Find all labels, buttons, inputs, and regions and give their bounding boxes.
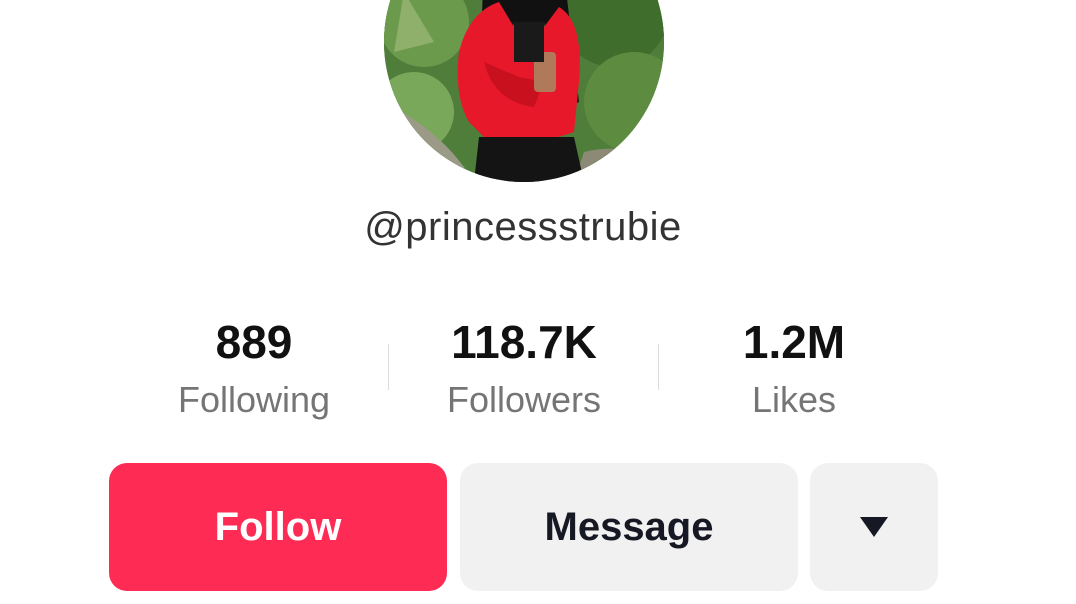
stat-divider <box>658 344 659 390</box>
message-button[interactable]: Message <box>460 463 798 591</box>
follow-button-label: Follow <box>214 504 342 549</box>
followers-count: 118.7K <box>451 316 597 368</box>
username: @princessstrubie <box>364 205 682 249</box>
caret-down-icon <box>860 517 888 537</box>
following-stat[interactable]: 889 Following <box>134 314 374 422</box>
following-label: Following <box>177 379 331 420</box>
likes-count: 1.2M <box>742 316 846 368</box>
followers-stat[interactable]: 118.7K Followers <box>404 314 644 422</box>
followers-label: Followers <box>446 379 602 420</box>
stat-divider <box>388 344 389 390</box>
likes-stat[interactable]: 1.2M Likes <box>674 314 914 422</box>
following-count: 889 <box>215 316 293 368</box>
avatar[interactable] <box>384 0 664 182</box>
message-button-label: Message <box>544 504 714 549</box>
likes-label: Likes <box>751 379 837 420</box>
follow-button[interactable]: Follow <box>109 463 447 591</box>
avatar-photo <box>384 0 664 182</box>
profile-page: @princessstrubie 889 Following 118.7K Fo… <box>0 0 1076 604</box>
more-options-button[interactable] <box>810 463 938 591</box>
